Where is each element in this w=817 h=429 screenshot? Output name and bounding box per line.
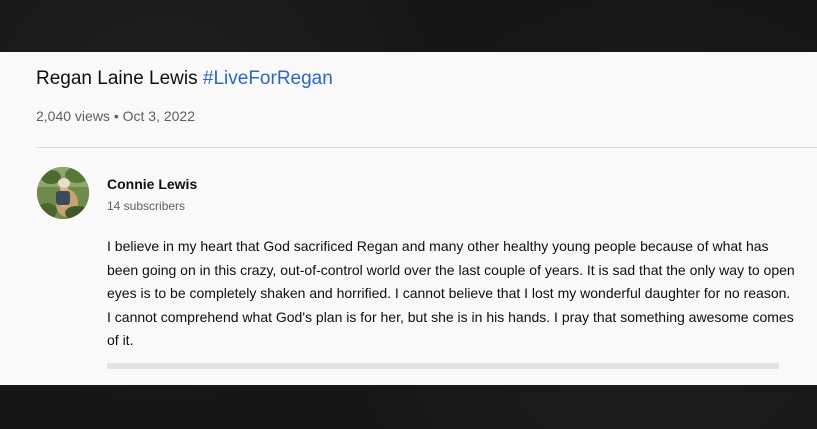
video-meta: 2,040 views • Oct 3, 2022 [36,108,195,124]
view-count: 2,040 views [36,108,110,124]
channel-name[interactable]: Connie Lewis [107,176,197,192]
hashtag-link[interactable]: #LiveForRegan [203,68,333,89]
channel-avatar[interactable] [37,167,89,219]
video-description: I believe in my heart that God sacrifice… [107,238,795,348]
video-title-text: Regan Laine Lewis [36,68,198,89]
subscriber-count: 14 subscribers [107,199,186,213]
horizontal-scrollbar[interactable] [107,363,779,369]
meta-separator: • [113,108,119,124]
video-title: Regan Laine Lewis #LiveForRegan [36,68,333,90]
video-info-panel: Regan Laine Lewis #LiveForRegan 2,040 vi… [0,52,817,385]
divider [36,147,817,148]
user-avatar-photo-icon [37,167,89,219]
upload-date: Oct 3, 2022 [122,108,196,124]
